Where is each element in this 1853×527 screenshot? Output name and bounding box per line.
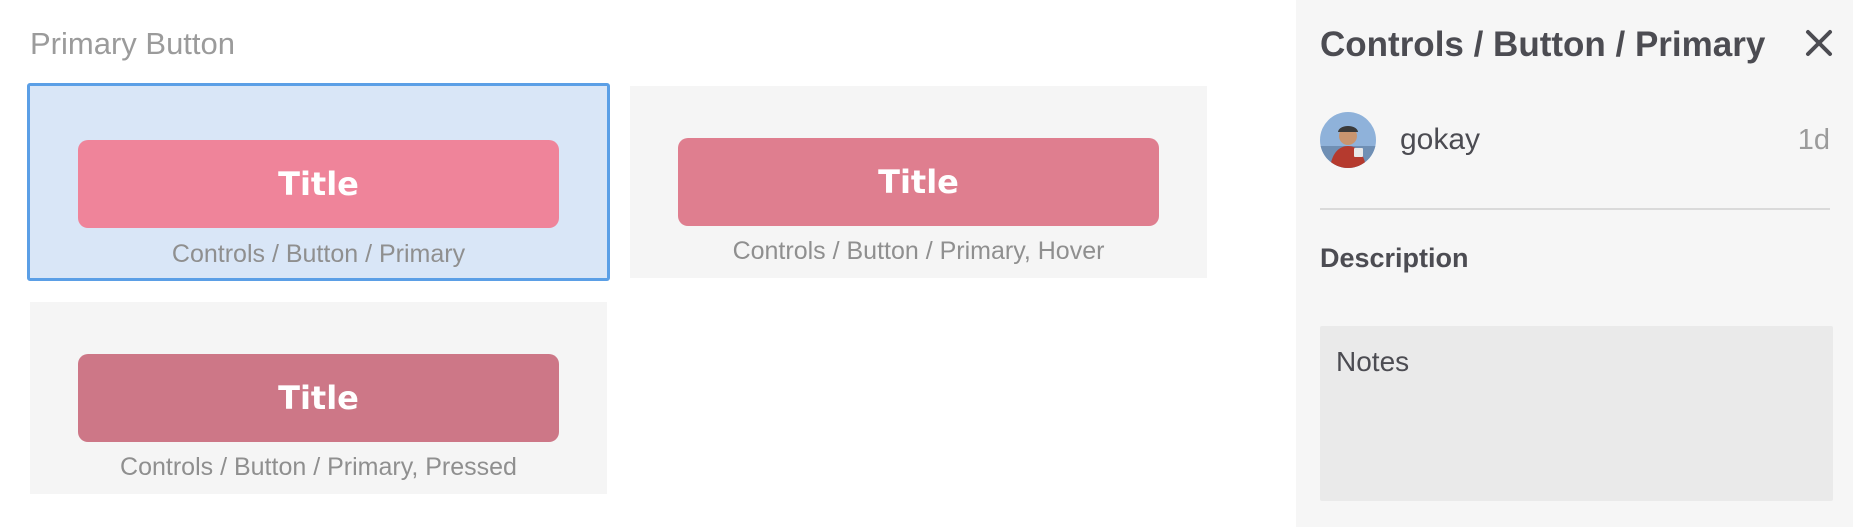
variant-card-primary[interactable]: Title Controls / Button / Primary bbox=[27, 83, 610, 281]
primary-button-preview[interactable]: Title bbox=[78, 140, 559, 228]
close-icon[interactable] bbox=[1802, 26, 1836, 60]
variant-card-primary-pressed[interactable]: Title Controls / Button / Primary, Press… bbox=[30, 302, 607, 494]
description-label: Description bbox=[1320, 243, 1469, 273]
variant-name-label: Controls / Button / Primary, Pressed bbox=[120, 453, 517, 481]
variant-name-label: Controls / Button / Primary, Hover bbox=[732, 237, 1105, 265]
inspector-panel: Controls / Button / Primary gokay 1d Des… bbox=[1296, 0, 1853, 527]
primary-hover-button-preview[interactable]: Title bbox=[678, 138, 1159, 226]
timestamp: 1d bbox=[1797, 124, 1830, 156]
author-name: gokay bbox=[1400, 123, 1481, 156]
notes-field[interactable]: Notes bbox=[1320, 326, 1833, 501]
canvas-area: Primary Button Title Controls / Button /… bbox=[0, 0, 1295, 527]
panel-title: Controls / Button / Primary bbox=[1320, 25, 1766, 64]
variant-card-primary-hover[interactable]: Title Controls / Button / Primary, Hover bbox=[630, 86, 1207, 278]
user-avatar[interactable] bbox=[1320, 112, 1376, 168]
variant-name-label: Controls / Button / Primary bbox=[171, 240, 466, 268]
section-title: Primary Button bbox=[30, 26, 236, 61]
primary-pressed-button-preview[interactable]: Title bbox=[78, 354, 559, 442]
divider bbox=[1320, 208, 1830, 210]
